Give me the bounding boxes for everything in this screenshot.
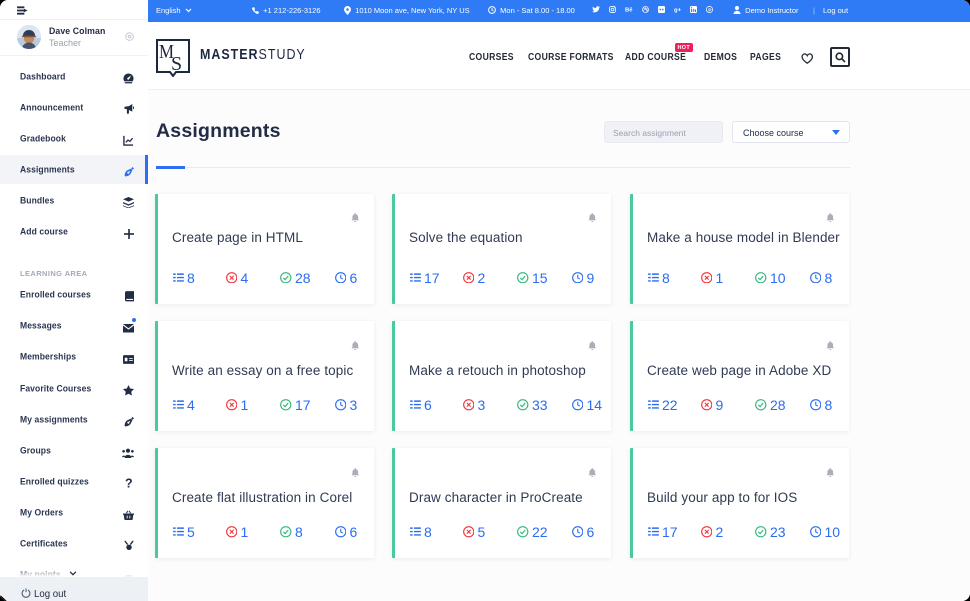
svg-text:S: S xyxy=(171,53,182,75)
svg-text:Bē: Bē xyxy=(625,8,633,13)
svg-text:g+: g+ xyxy=(674,8,682,13)
svg-text:?: ? xyxy=(125,477,133,489)
